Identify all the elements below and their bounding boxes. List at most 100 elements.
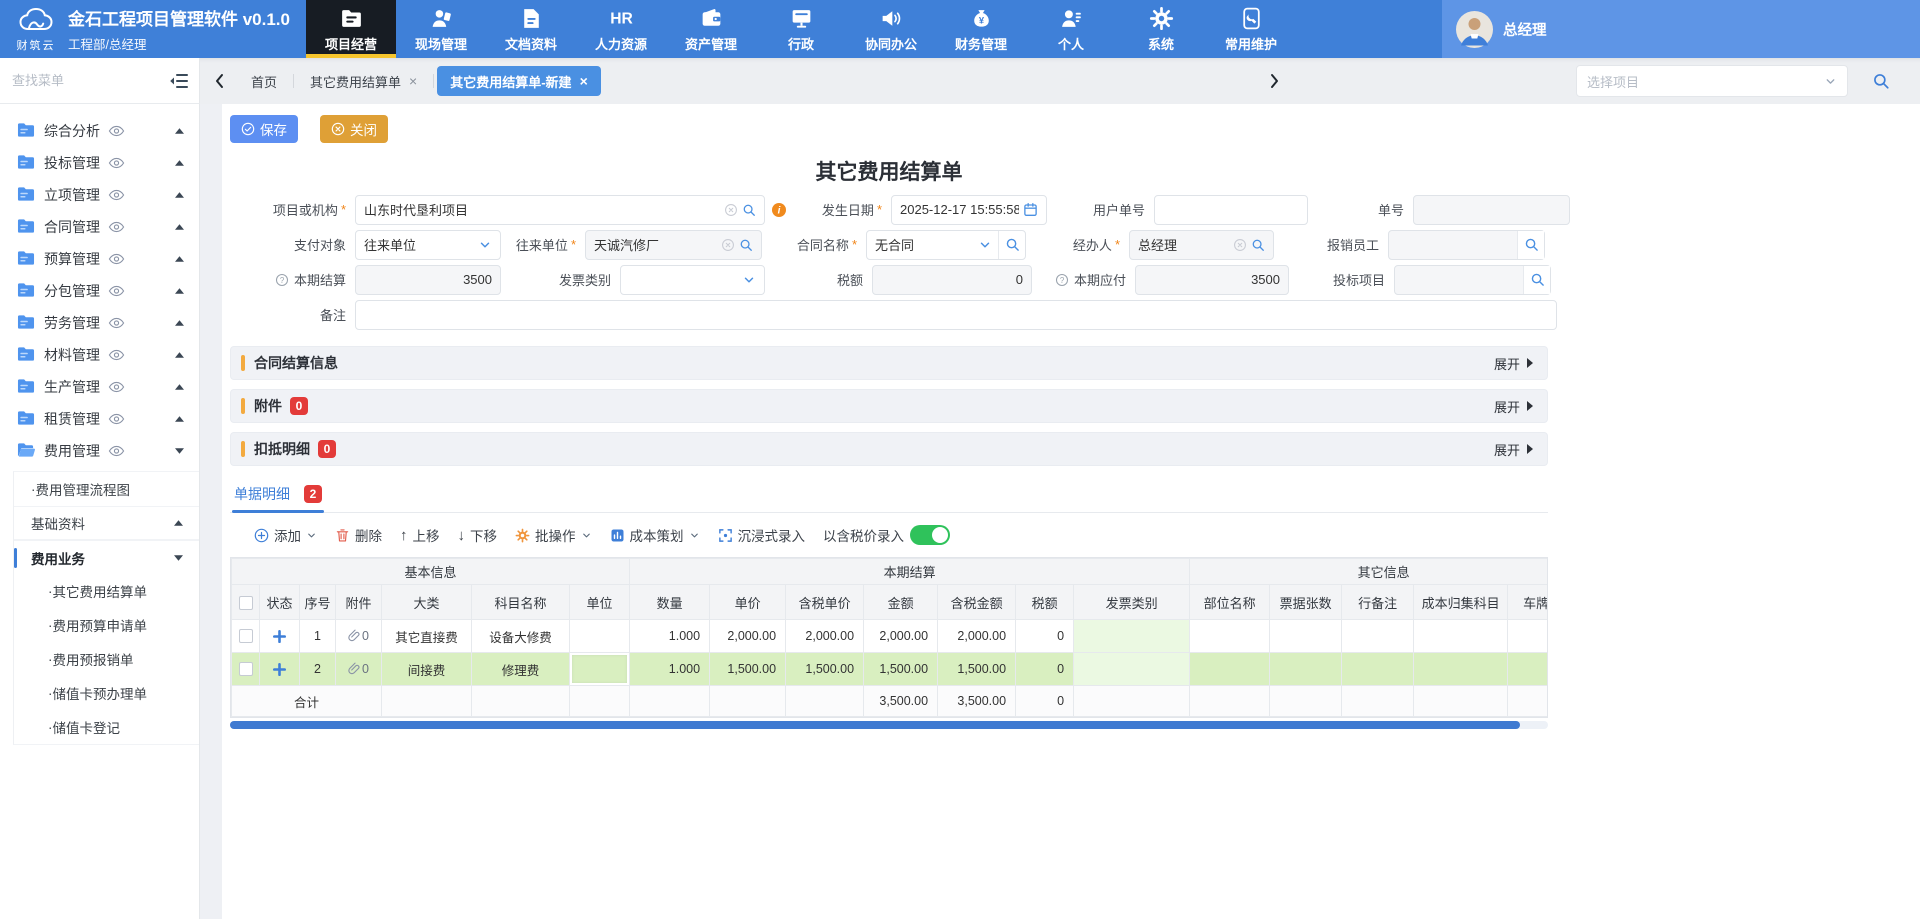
sidebar-subitem-4[interactable]: · 费用预算申请单 (14, 608, 199, 642)
sidebar-subitem-3[interactable]: · 其它费用结算单 (14, 574, 199, 608)
cell-qty[interactable]: 1.000 (630, 653, 710, 686)
menu-search-input[interactable] (12, 66, 161, 96)
chevron-down-icon[interactable] (175, 448, 184, 454)
cell-price[interactable]: 1,500.00 (710, 653, 786, 686)
cell-category[interactable]: 间接费 (382, 653, 472, 686)
sidebar-item-6[interactable]: 劳务管理 (0, 307, 199, 338)
chevron-up-icon[interactable] (175, 160, 184, 166)
chevron-up-icon[interactable] (175, 384, 184, 390)
field-date[interactable]: 2025-12-17 15:55:58 (891, 195, 1047, 225)
sidebar-subitem-5[interactable]: · 费用预报销单 (14, 642, 199, 676)
sidebar-item-10[interactable]: 费用管理 (0, 435, 199, 466)
sidebar-item-5[interactable]: 分包管理 (0, 275, 199, 306)
chevron-down-icon[interactable] (742, 273, 756, 287)
cell-ticket-count[interactable] (1270, 620, 1342, 653)
cell-select[interactable] (232, 653, 260, 686)
eye-icon[interactable] (108, 125, 125, 137)
cell-amount-incl-tax[interactable]: 1,500.00 (938, 653, 1016, 686)
tab-1[interactable]: 其它费用结算单× (297, 66, 430, 96)
search-segment[interactable] (998, 231, 1025, 259)
cell-amount[interactable]: 2,000.00 (864, 620, 938, 653)
cell-attachment[interactable]: 0 (336, 653, 382, 686)
field-number-disabled[interactable]: 3500 (355, 265, 501, 295)
sidebar-item-8[interactable]: 生产管理 (0, 371, 199, 402)
cell-qty[interactable]: 1.000 (630, 620, 710, 653)
cell-select[interactable] (232, 620, 260, 653)
toolbar-arrow-up-button[interactable]: ↑上移 (400, 525, 440, 545)
cell-seq[interactable]: 2 (300, 653, 336, 686)
cell-ticket-count[interactable] (1270, 653, 1342, 686)
project-search-icon[interactable] (1872, 72, 1890, 90)
chevron-up-icon[interactable] (175, 352, 184, 358)
toolbar-plus-circle-button[interactable]: 添加 (254, 525, 317, 545)
sidebar-item-2[interactable]: 立项管理 (0, 179, 199, 210)
cell-subject[interactable]: 设备大修费 (472, 620, 570, 653)
sidebar-subitem-1[interactable]: 基础资料 (14, 506, 199, 540)
sidebar-subitem-2[interactable]: 费用业务 (14, 540, 199, 574)
tax-included-toggle[interactable] (910, 525, 950, 545)
eye-icon[interactable] (108, 221, 125, 233)
sidebar-item-1[interactable]: 投标管理 (0, 147, 199, 178)
row-checkbox[interactable] (239, 629, 253, 643)
nav-item-2[interactable]: 文档资料 (486, 0, 576, 58)
nav-item-5[interactable]: 行政 (756, 0, 846, 58)
field-disabled[interactable] (1413, 195, 1570, 225)
nav-item-10[interactable]: 常用维护 (1206, 0, 1296, 58)
chevron-up-icon[interactable] (175, 256, 184, 262)
save-button[interactable]: 保存 (230, 115, 298, 143)
sidebar-subitem-6[interactable]: · 储值卡预办理单 (14, 676, 199, 710)
paperclip-icon[interactable] (348, 629, 361, 642)
section-expand-button[interactable]: 展开 (1494, 397, 1533, 416)
field-select[interactable]: 往来单位 (355, 230, 501, 260)
cell-amount[interactable]: 1,500.00 (864, 653, 938, 686)
section-expand-button[interactable]: 展开 (1494, 440, 1533, 459)
sidebar-item-4[interactable]: 预算管理 (0, 243, 199, 274)
eye-icon[interactable] (108, 413, 125, 425)
tabs-chevron-left-icon[interactable] (214, 73, 224, 89)
eye-icon[interactable] (108, 445, 125, 457)
eye-icon[interactable] (108, 381, 125, 393)
cell-tax[interactable]: 0 (1016, 620, 1074, 653)
search-segment[interactable] (1517, 231, 1544, 259)
user-panel[interactable]: 总经理 (1442, 0, 1920, 58)
section-1[interactable]: 附件0展开 (230, 389, 1548, 423)
field-lookup[interactable]: 山东时代垦利项目 (355, 195, 765, 225)
tab-2[interactable]: 其它费用结算单-新建× (437, 66, 601, 96)
cell-invoice-type[interactable] (1074, 620, 1190, 653)
tabs-chevron-right-icon[interactable] (1270, 73, 1280, 89)
field-text[interactable] (355, 300, 1557, 330)
cell-invoice-type[interactable] (1074, 653, 1190, 686)
toolbar-trash-button[interactable]: 删除 (335, 525, 382, 545)
tab-0[interactable]: 首页 (238, 66, 290, 96)
chevron-up-icon[interactable] (175, 416, 184, 422)
clear-icon[interactable] (1233, 238, 1247, 252)
chevron-up-icon[interactable] (175, 288, 184, 294)
toolbar-arrow-down-button[interactable]: ↓下移 (458, 525, 498, 545)
search-icon[interactable] (1005, 237, 1020, 252)
field-lookup[interactable]: 天诚汽修厂 (585, 230, 762, 260)
cell-subject[interactable]: 修理费 (472, 653, 570, 686)
search-icon[interactable] (1524, 237, 1539, 252)
section-0[interactable]: 合同结算信息展开 (230, 346, 1548, 380)
sidebar-item-3[interactable]: 合同管理 (0, 211, 199, 242)
tab-close-icon[interactable]: × (409, 74, 417, 88)
clear-icon[interactable] (721, 238, 735, 252)
search-segment[interactable] (1523, 266, 1550, 294)
plus-status-icon[interactable] (273, 663, 286, 676)
search-icon[interactable] (1251, 238, 1265, 252)
sidebar-subitem-7[interactable]: · 储值卡登记 (14, 710, 199, 744)
field-text[interactable] (1154, 195, 1308, 225)
cell-status[interactable] (260, 653, 300, 686)
paperclip-icon[interactable] (348, 662, 361, 675)
cell-cost-subject[interactable] (1414, 620, 1508, 653)
eye-icon[interactable] (108, 157, 125, 169)
nav-item-0[interactable]: 项目经营 (306, 0, 396, 58)
plus-status-icon[interactable] (273, 630, 286, 643)
field-select-search[interactable]: 无合同 (866, 230, 1026, 260)
search-icon[interactable] (1530, 272, 1545, 287)
project-select[interactable]: 选择项目 (1576, 65, 1848, 97)
eye-icon[interactable] (108, 285, 125, 297)
cell-part-name[interactable] (1190, 653, 1270, 686)
calendar-icon[interactable] (1023, 202, 1038, 217)
eye-icon[interactable] (108, 349, 125, 361)
